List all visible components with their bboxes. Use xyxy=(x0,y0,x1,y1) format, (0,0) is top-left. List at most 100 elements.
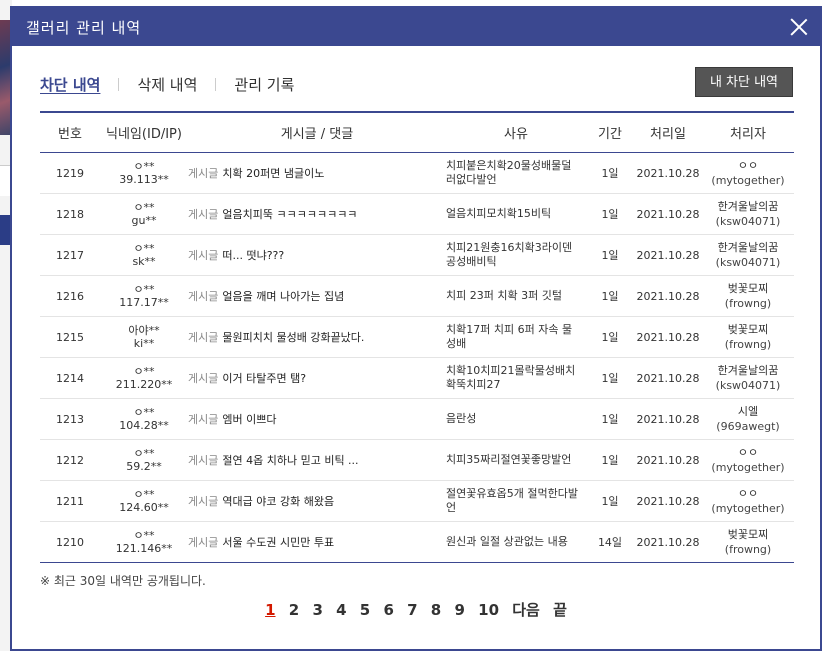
row-date: 2021.10.28 xyxy=(634,439,702,481)
post-title-link[interactable]: 치확 20퍼면 냄글이노 xyxy=(222,167,324,180)
post-title-link[interactable]: 이거 타탈주면 탬? xyxy=(222,372,306,385)
row-nickname: ㅇ** 117.17** xyxy=(100,275,188,317)
tab-divider xyxy=(118,78,120,91)
processor-id: (mytogether) xyxy=(711,502,785,515)
post-title-link[interactable]: 서울 수도권 시민만 투표 xyxy=(222,536,334,549)
table-row: 1216 ㅇ** 117.17** 게시글 얼음을 깨며 나아가는 집념 치피 23퍼 치… xyxy=(40,275,794,317)
page-link[interactable]: 10 xyxy=(478,601,499,619)
post-type-label: 게시글 xyxy=(188,536,219,549)
row-reason: 치피35짜리절연꽃좋망발언 xyxy=(446,439,586,481)
post-type-label: 게시글 xyxy=(188,372,219,385)
row-date: 2021.10.28 xyxy=(634,234,702,276)
nickname-text: ㅇ** xyxy=(133,242,155,255)
processor-id: (969awegt) xyxy=(716,420,780,433)
ip-text: 211.220** xyxy=(115,378,173,391)
table-header-row: 번호 닉네임(ID/IP) 게시글 / 댓글 사유 기간 처리일 처리자 xyxy=(40,111,794,153)
nickname-text: ㅇ** xyxy=(133,365,155,378)
column-header-number: 번호 xyxy=(40,111,100,153)
processor-id: (frowng) xyxy=(724,543,772,556)
row-processor: ㅇㅇ (mytogether) xyxy=(702,439,794,481)
row-number: 1211 xyxy=(40,480,100,522)
nickname-text: ㅇ** xyxy=(133,283,155,296)
processor-id: (ksw04071) xyxy=(715,215,781,228)
tab-delete-history[interactable]: 삭제 내역 xyxy=(137,74,197,95)
row-post: 게시글 서울 수도권 시민만 투표 xyxy=(188,521,446,563)
row-nickname: ㅇ** 121.146** xyxy=(100,521,188,563)
processor-name: 한겨울날의꿈 xyxy=(717,200,779,213)
page-link[interactable]: 6 xyxy=(383,601,393,619)
column-header-period: 기간 xyxy=(586,111,634,153)
close-icon[interactable] xyxy=(788,16,810,38)
row-processor: 한겨울날의꿈 (ksw04071) xyxy=(702,234,794,276)
row-date: 2021.10.28 xyxy=(634,357,702,399)
table-row: 1218 ㅇ** gu** 게시글 얼음치피뚝 ㅋㅋㅋㅋㅋㅋㅋㅋ 얼음치피모치확15비틱 1… xyxy=(40,193,794,235)
row-period: 1일 xyxy=(586,275,634,317)
row-period: 1일 xyxy=(586,357,634,399)
post-type-label: 게시글 xyxy=(188,495,219,508)
post-type-label: 게시글 xyxy=(188,290,219,303)
notice-text: ※ 최근 30일 내역만 공개됩니다. xyxy=(40,574,206,588)
post-title-link[interactable]: 떠... 떳냐??? xyxy=(222,249,284,262)
post-title-link[interactable]: 얼음치피뚝 ㅋㅋㅋㅋㅋㅋㅋㅋ xyxy=(222,208,357,221)
pagination: 1 2 3 4 5 6 7 8 9 10 다음 끝 xyxy=(12,599,820,620)
row-reason: 치확10치피21몰락물성배치확뚝치피27 xyxy=(446,357,586,399)
tab-management-log[interactable]: 관리 기록 xyxy=(234,74,294,95)
ip-text: 104.28** xyxy=(119,419,169,432)
page-link[interactable]: 3 xyxy=(312,601,322,619)
row-processor: 한겨울날의꿈 (ksw04071) xyxy=(702,193,794,235)
post-title-link[interactable]: 절연 4옵 치하나 믿고 비틱 ... xyxy=(222,454,358,467)
row-nickname: ㅇ** 39.113** xyxy=(100,152,188,194)
row-period: 1일 xyxy=(586,193,634,235)
processor-name: 한겨울날의꿈 xyxy=(717,364,779,377)
page-link[interactable]: 9 xyxy=(454,601,464,619)
page-link[interactable]: 2 xyxy=(289,601,299,619)
tab-block-history[interactable]: 차단 내역 xyxy=(40,74,100,95)
next-page-link[interactable]: 다음 xyxy=(512,601,540,619)
tab-divider xyxy=(215,78,217,91)
processor-id: (frowng) xyxy=(724,338,772,351)
column-header-date: 처리일 xyxy=(634,111,702,153)
row-nickname: ㅇ** sk** xyxy=(100,234,188,276)
post-title-link[interactable]: 엠버 이쁘다 xyxy=(222,413,276,426)
page-link[interactable]: 5 xyxy=(360,601,370,619)
row-nickname: 아야** ki** xyxy=(100,316,188,358)
dialog-title: 갤러리 관리 내역 xyxy=(26,19,142,37)
row-number: 1214 xyxy=(40,357,100,399)
column-header-processor: 처리자 xyxy=(702,111,794,153)
row-processor: ㅇㅇ (mytogether) xyxy=(702,152,794,194)
ip-text: ki** xyxy=(133,337,155,350)
processor-name: 벚꽃모찌 xyxy=(727,323,769,336)
row-post: 게시글 엠버 이쁘다 xyxy=(188,398,446,440)
table-row: 1219 ㅇ** 39.113** 게시글 치확 20퍼면 냄글이노 치피붙은치확20물성… xyxy=(40,152,794,194)
row-date: 2021.10.28 xyxy=(634,480,702,522)
row-period: 14일 xyxy=(586,521,634,563)
table-row: 1215 아야** ki** 게시글 물원피치치 물성배 강화끝났다. 치확17퍼 치피 … xyxy=(40,316,794,358)
row-post: 게시글 이거 타탈주면 탬? xyxy=(188,357,446,399)
nickname-text: ㅇ** xyxy=(133,447,155,460)
page-link-current[interactable]: 1 xyxy=(265,601,275,619)
column-header-post: 게시글 / 댓글 xyxy=(188,111,446,153)
post-title-link[interactable]: 물원피치치 물성배 강화끝났다. xyxy=(222,331,364,344)
ip-text: 121.146** xyxy=(115,542,173,555)
nickname-text: ㅇ** xyxy=(133,201,155,214)
last-page-link[interactable]: 끝 xyxy=(553,601,567,619)
page-link[interactable]: 7 xyxy=(407,601,417,619)
table-row: 1210 ㅇ** 121.146** 게시글 서울 수도권 시민만 투표 원신과 일절 상… xyxy=(40,521,794,563)
my-block-history-button[interactable]: 내 차단 내역 xyxy=(695,67,793,97)
row-date: 2021.10.28 xyxy=(634,152,702,194)
page-link[interactable]: 8 xyxy=(431,601,441,619)
background-page-bottom xyxy=(0,651,828,663)
post-title-link[interactable]: 얼음을 깨며 나아가는 집념 xyxy=(222,290,344,303)
row-date: 2021.10.28 xyxy=(634,521,702,563)
row-period: 1일 xyxy=(586,480,634,522)
post-type-label: 게시글 xyxy=(188,249,219,262)
row-processor: ㅇㅇ (mytogether) xyxy=(702,480,794,522)
row-number: 1218 xyxy=(40,193,100,235)
processor-id: (mytogether) xyxy=(711,461,785,474)
row-period: 1일 xyxy=(586,316,634,358)
post-title-link[interactable]: 역대급 야코 강화 해왔음 xyxy=(222,495,334,508)
ip-text: 124.60** xyxy=(119,501,169,514)
post-type-label: 게시글 xyxy=(188,208,219,221)
page-link[interactable]: 4 xyxy=(336,601,346,619)
processor-name: 한겨울날의꿈 xyxy=(717,241,779,254)
